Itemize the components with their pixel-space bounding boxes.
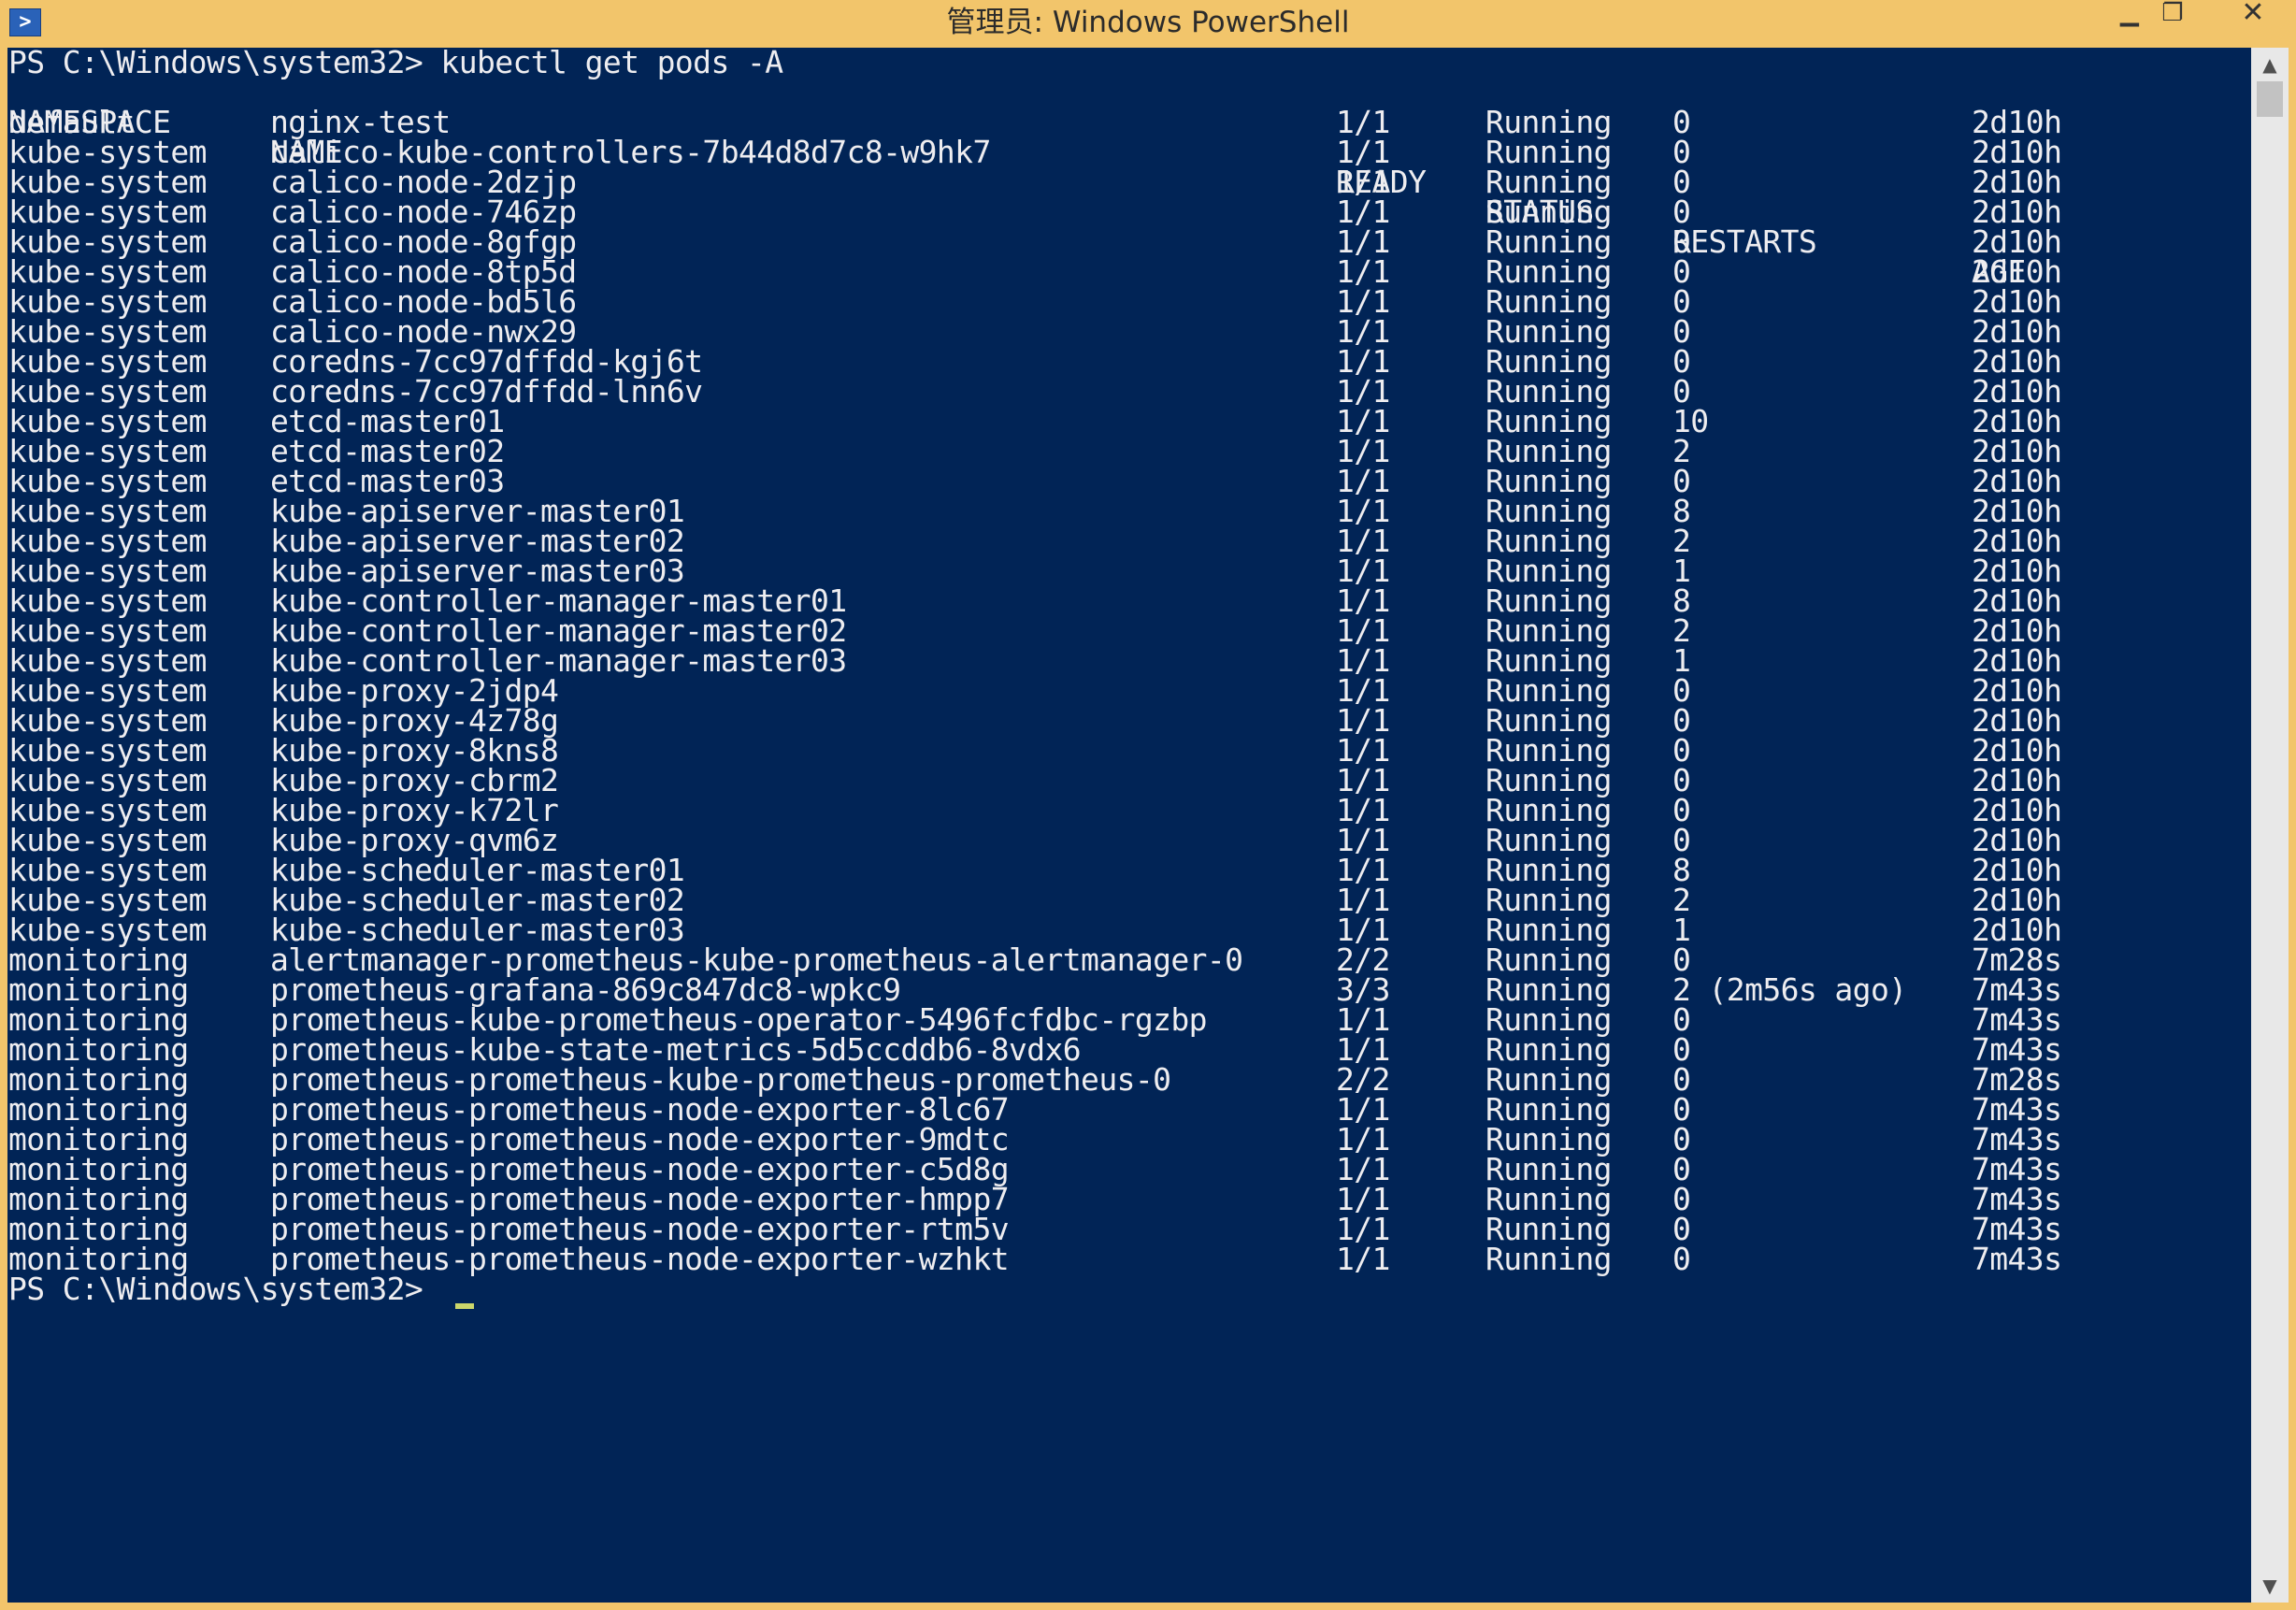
pod-rows: default nginx-test 1/1 Running 0 2d10h kube-sy…: [8, 107, 2062, 1277]
pod-ready: 1/1: [1336, 1241, 1390, 1277]
pod-namespace: monitoring: [8, 1241, 189, 1277]
vertical-scrollbar[interactable]: ▲ ▼: [2251, 48, 2289, 1603]
header-restarts: RESTARTS: [1672, 223, 1817, 260]
console-lines: PS C:\Windows\system32> kubectl get pods…: [8, 48, 2062, 1309]
scrollbar-thumb[interactable]: [2257, 81, 2283, 117]
table-row: monitoring prometheus-prometheus-node-exp…: [8, 1241, 2062, 1277]
scroll-up-arrow-icon[interactable]: ▲: [2251, 48, 2289, 81]
command-line: PS C:\Windows\system32> kubectl get pods…: [8, 48, 783, 80]
prompt-line[interactable]: PS C:\Windows\system32>: [8, 1273, 783, 1309]
scroll-down-arrow-icon[interactable]: ▼: [2251, 1569, 2289, 1603]
pod-age: 7m43s: [1972, 1241, 2062, 1277]
powershell-window: > 管理员: Windows PowerShell ▁ ❐ ✕ PS C:\Wi…: [0, 0, 2296, 1610]
pod-name: prometheus-prometheus-node-exporter-wzhk…: [270, 1241, 1010, 1277]
console-output[interactable]: PS C:\Windows\system32> kubectl get pods…: [7, 48, 2251, 1603]
pod-restarts: 0: [1672, 1241, 1691, 1277]
window-title: 管理员: Windows PowerShell: [946, 6, 1350, 39]
maximize-button[interactable]: ❐: [2152, 0, 2193, 30]
title-bar[interactable]: > 管理员: Windows PowerShell ▁ ❐ ✕: [0, 0, 2296, 48]
minimize-button[interactable]: ▁: [2109, 0, 2150, 30]
close-button[interactable]: ✕: [2225, 0, 2281, 30]
pod-status: Running: [1485, 1241, 1612, 1277]
pod-restarts: 2 (2m56s ago): [1672, 971, 1907, 1008]
text-cursor: [455, 1303, 475, 1309]
